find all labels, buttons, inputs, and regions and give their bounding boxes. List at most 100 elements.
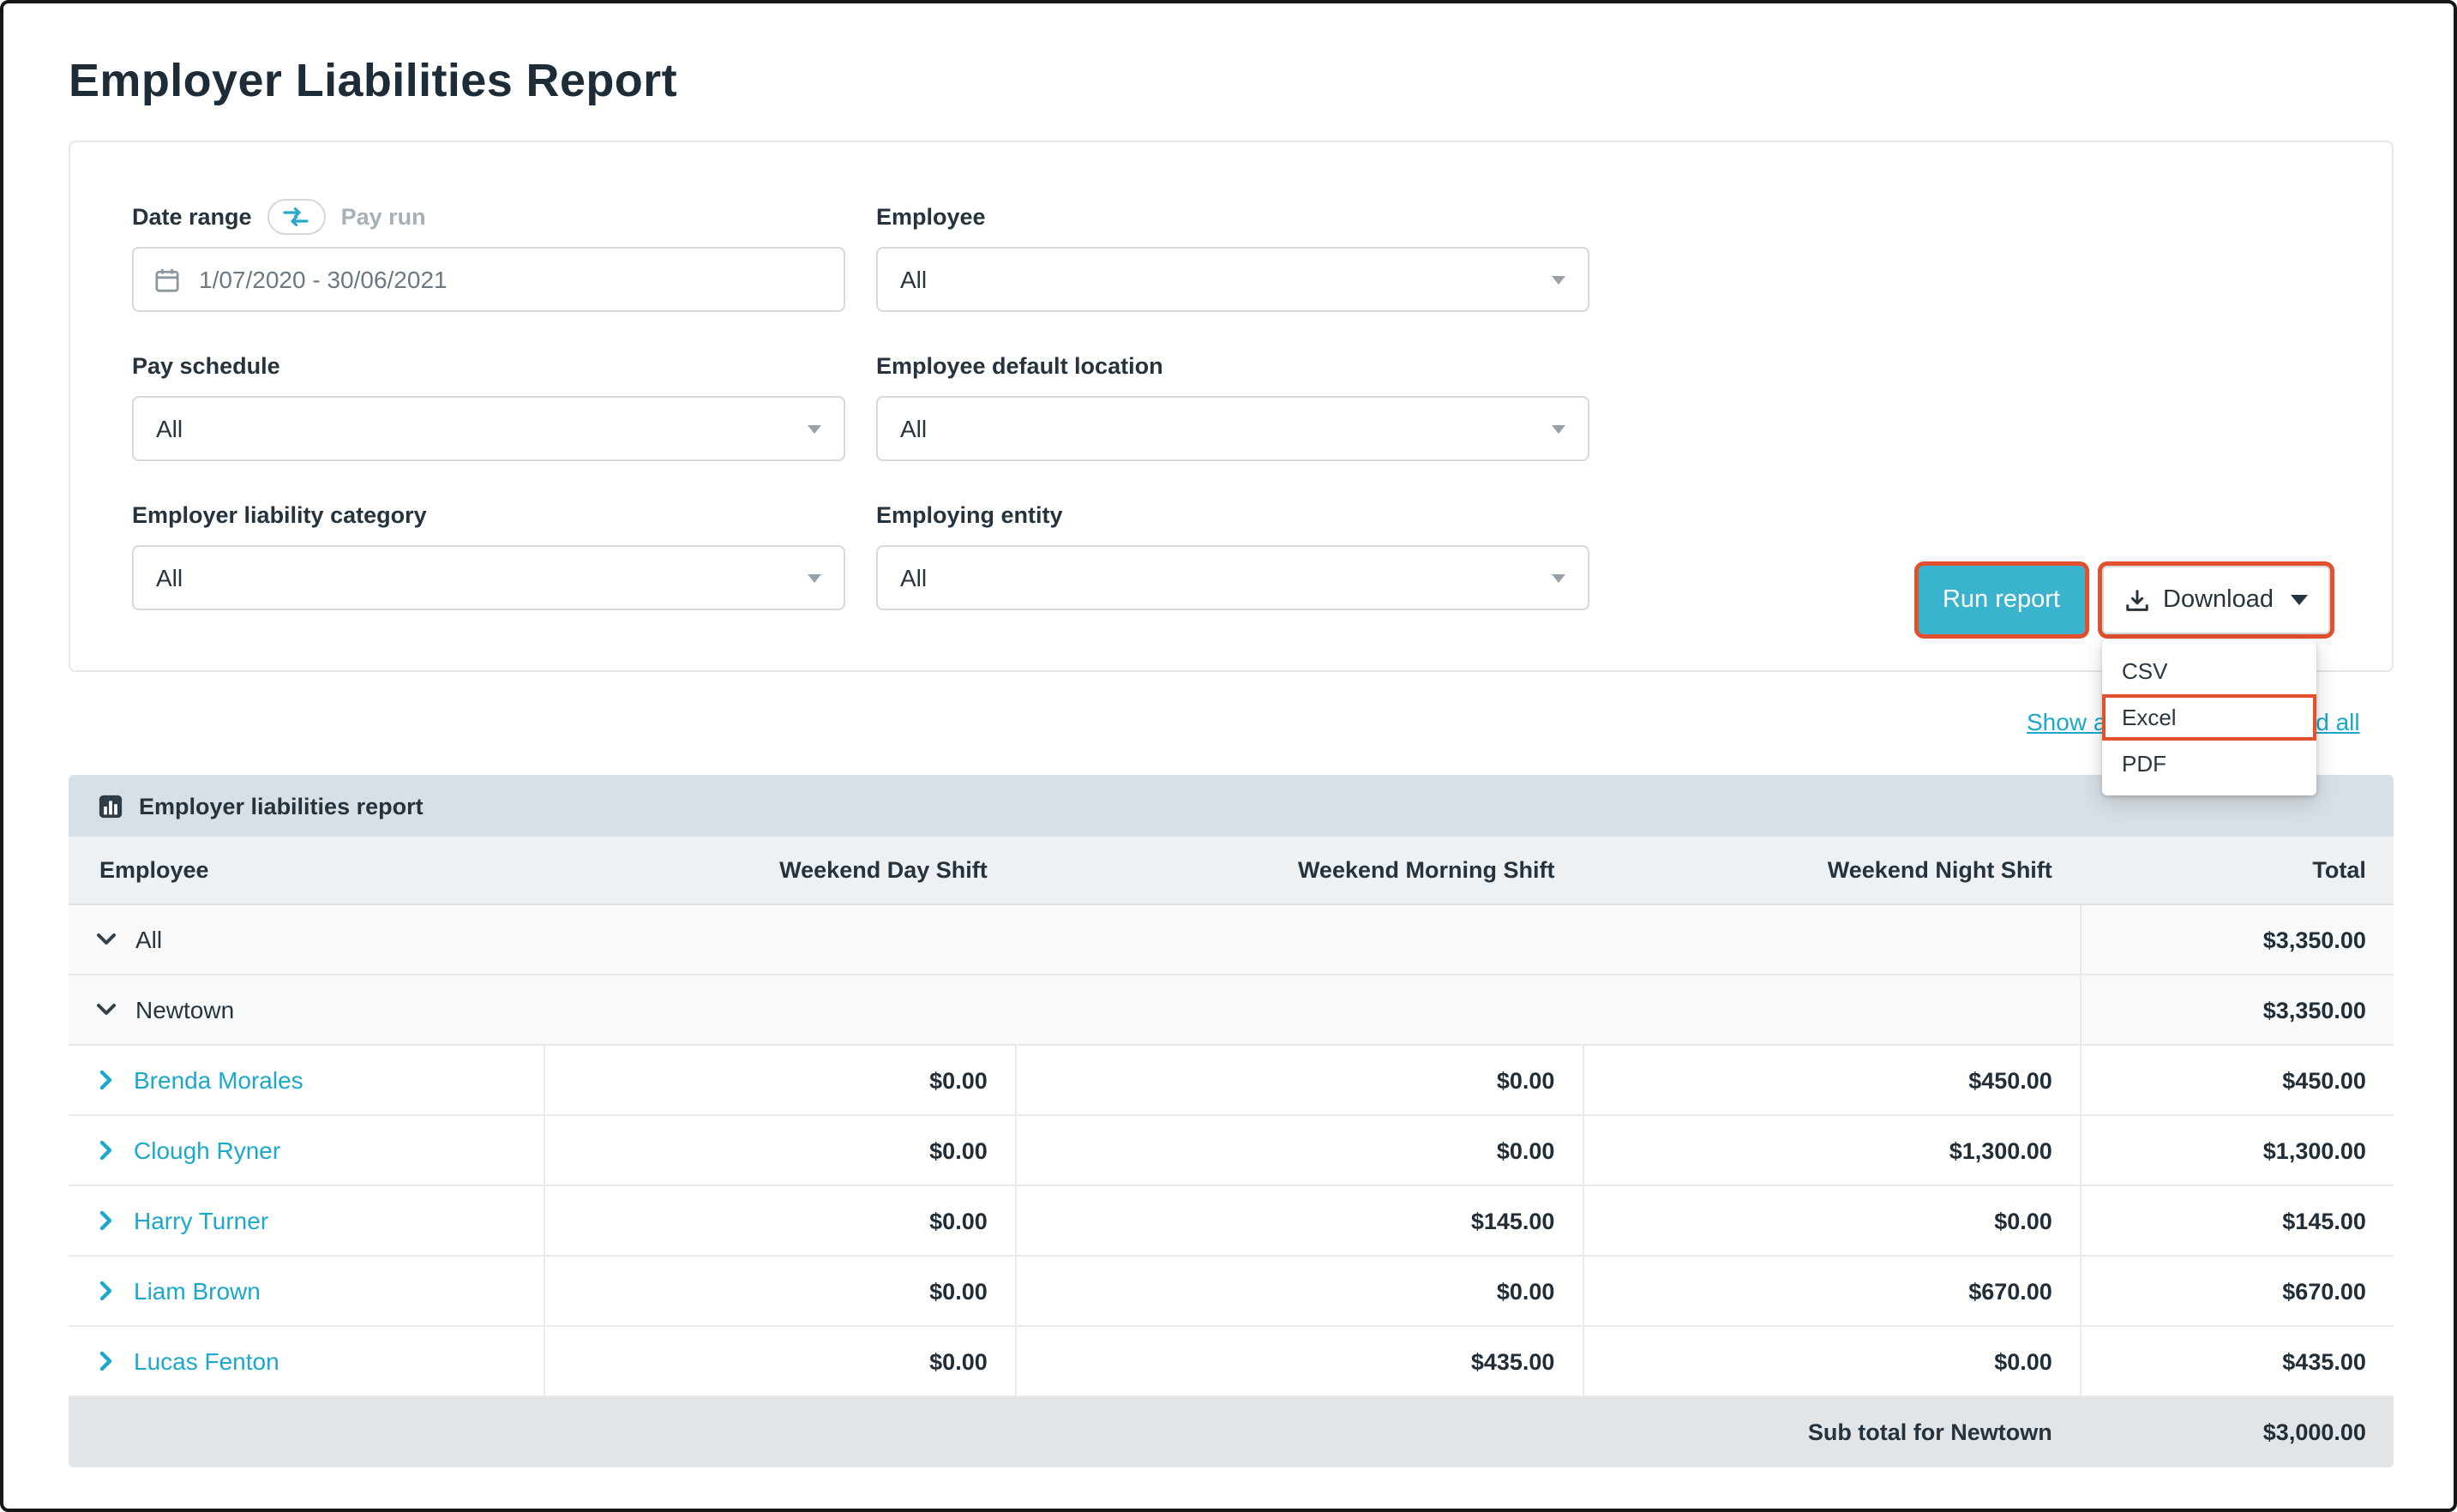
- report-bar-title: Employer liabilities report: [139, 793, 424, 819]
- group-total: $3,350.00: [2080, 905, 2394, 974]
- menu-item-pdf[interactable]: PDF: [2101, 741, 2316, 787]
- amount-cell: $0.00: [1015, 1046, 1583, 1114]
- amount-cell: $145.00: [1015, 1186, 1583, 1255]
- employee-name-link[interactable]: Lucas Fenton: [134, 1347, 279, 1375]
- pay-schedule-select-value: All: [156, 415, 183, 442]
- date-range-input[interactable]: 1/07/2020 - 30/06/2021: [132, 247, 845, 312]
- amount-cell: $0.00: [543, 1046, 1015, 1114]
- employing-entity-select[interactable]: All: [876, 545, 1589, 610]
- download-dropdown-menu: CSV Excel PDF: [2101, 639, 2316, 795]
- employee-default-location-label: Employee default location: [876, 352, 1163, 378]
- filters-panel: Date range Pay run: [69, 141, 2394, 672]
- employee-name-link[interactable]: Liam Brown: [134, 1277, 261, 1305]
- amount-cell: $0.00: [543, 1327, 1015, 1395]
- collapse-chevron-down-icon[interactable]: [96, 933, 117, 946]
- employee-default-location-select[interactable]: All: [876, 396, 1589, 461]
- subtotal-row: Sub total for Newtown $3,000.00: [69, 1397, 2394, 1467]
- employing-entity-select-value: All: [900, 564, 927, 591]
- field-employee-default-location: Employee default location All: [876, 348, 1589, 461]
- field-pay-schedule: Pay schedule All: [132, 348, 845, 461]
- download-button-label: Download: [2163, 586, 2274, 614]
- field-employee: Employee All: [876, 199, 1589, 312]
- field-employer-liability-category: Employer liability category All: [132, 497, 845, 610]
- column-header-weekend-day-shift: Weekend Day Shift: [543, 837, 1015, 903]
- amount-cell: $0.00: [1015, 1257, 1583, 1325]
- table-row: Liam Brown $0.00 $0.00 $670.00 $670.00: [69, 1257, 2394, 1327]
- amount-cell: $1,300.00: [2080, 1116, 2394, 1185]
- group-total: $3,350.00: [2080, 975, 2394, 1044]
- subtotal-label: Sub total for Newtown: [69, 1397, 2080, 1467]
- amount-cell: $0.00: [1015, 1116, 1583, 1185]
- chevron-down-icon: [808, 425, 821, 434]
- download-button[interactable]: Download: [2101, 566, 2330, 634]
- employer-liabilities-report-page: Employer Liabilities Report Date range: [0, 0, 2457, 1512]
- table-row: Clough Ryner $0.00 $0.00 $1,300.00 $1,30…: [69, 1116, 2394, 1186]
- chart-icon: [98, 793, 123, 819]
- chevron-down-icon: [1552, 276, 1565, 285]
- amount-cell: $0.00: [543, 1116, 1015, 1185]
- menu-item-csv[interactable]: CSV: [2101, 648, 2316, 694]
- table-row: Brenda Morales $0.00 $0.00 $450.00 $450.…: [69, 1046, 2394, 1116]
- report-header-bar: Employer liabilities report: [69, 775, 2394, 837]
- date-payrun-toggle[interactable]: [267, 198, 326, 234]
- calendar-icon: [154, 267, 180, 292]
- amount-cell: $0.00: [1582, 1186, 2079, 1255]
- amount-cell: $0.00: [543, 1257, 1015, 1325]
- employer-liability-category-label: Employer liability category: [132, 501, 427, 527]
- date-range-label: Date range: [132, 203, 252, 229]
- employer-liability-category-select[interactable]: All: [132, 545, 845, 610]
- amount-cell: $450.00: [2080, 1046, 2394, 1114]
- employee-default-location-select-value: All: [900, 415, 927, 442]
- employee-name-link[interactable]: Harry Turner: [134, 1207, 268, 1234]
- group-row-newtown: Newtown $3,350.00: [69, 975, 2394, 1046]
- employee-select[interactable]: All: [876, 247, 1589, 312]
- amount-cell: $670.00: [1582, 1257, 2079, 1325]
- subtotal-value: $3,000.00: [2080, 1397, 2394, 1467]
- employing-entity-label: Employing entity: [876, 501, 1063, 527]
- pay-run-label: Pay run: [341, 203, 426, 229]
- column-header-weekend-night-shift: Weekend Night Shift: [1582, 837, 2079, 903]
- report-section: Employer liabilities report Employee Wee…: [69, 775, 2394, 1467]
- chevron-down-icon: [1552, 425, 1565, 434]
- employee-name-link[interactable]: Brenda Morales: [134, 1066, 303, 1094]
- amount-cell: $0.00: [1582, 1327, 2079, 1395]
- employer-liability-category-select-value: All: [156, 564, 183, 591]
- employee-select-value: All: [900, 266, 927, 293]
- expand-chevron-right-icon[interactable]: [99, 1140, 113, 1161]
- table-row: Lucas Fenton $0.00 $435.00 $0.00 $435.00: [69, 1327, 2394, 1397]
- table-row: Harry Turner $0.00 $145.00 $0.00 $145.00: [69, 1186, 2394, 1257]
- table-header-row: Employee Weekend Day Shift Weekend Morni…: [69, 837, 2394, 905]
- chevron-down-icon: [1552, 574, 1565, 583]
- amount-cell: $145.00: [2080, 1186, 2394, 1255]
- expand-chevron-right-icon[interactable]: [99, 1070, 113, 1090]
- report-actions: Run report Download CSV Excel PDF: [1919, 566, 2330, 634]
- pay-schedule-label: Pay schedule: [132, 352, 280, 378]
- column-header-weekend-morning-shift: Weekend Morning Shift: [1015, 837, 1583, 903]
- date-range-value: 1/07/2020 - 30/06/2021: [199, 266, 448, 293]
- filters-grid: Date range Pay run: [132, 199, 2330, 610]
- page-title: Employer Liabilities Report: [69, 55, 677, 108]
- group-row-all: All $3,350.00: [69, 905, 2394, 975]
- chevron-down-icon: [808, 574, 821, 583]
- field-employing-entity: Employing entity All: [876, 497, 1589, 610]
- column-header-employee: Employee: [69, 837, 543, 903]
- collapse-chevron-down-icon[interactable]: [96, 1003, 117, 1017]
- employee-name-link[interactable]: Clough Ryner: [134, 1137, 280, 1164]
- download-icon: [2124, 587, 2149, 613]
- expand-chevron-right-icon[interactable]: [99, 1210, 113, 1231]
- menu-item-excel[interactable]: Excel: [2101, 694, 2316, 741]
- employee-label: Employee: [876, 203, 986, 229]
- amount-cell: $435.00: [1015, 1327, 1583, 1395]
- run-report-button[interactable]: Run report: [1919, 566, 2084, 634]
- amount-cell: $0.00: [543, 1186, 1015, 1255]
- pay-schedule-select[interactable]: All: [132, 396, 845, 461]
- amount-cell: $450.00: [1582, 1046, 2079, 1114]
- group-label: All: [135, 926, 162, 953]
- expand-chevron-right-icon[interactable]: [99, 1351, 113, 1371]
- chevron-down-icon: [2291, 595, 2308, 605]
- download-menu-wrap: Download CSV Excel PDF: [2101, 566, 2330, 634]
- field-date-range: Date range Pay run: [132, 199, 845, 312]
- column-header-total: Total: [2080, 837, 2394, 903]
- swap-arrows-icon: [284, 207, 309, 225]
- expand-chevron-right-icon[interactable]: [99, 1281, 113, 1301]
